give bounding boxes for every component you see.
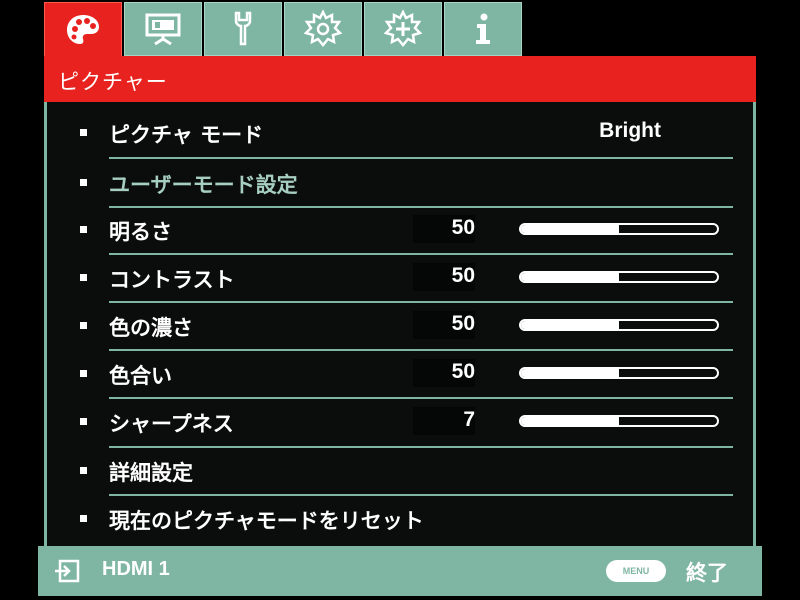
gear-icon xyxy=(303,9,343,47)
advanced-gear-icon xyxy=(383,9,423,47)
projector-screen-icon xyxy=(145,13,181,46)
menu-item-color[interactable]: 色の濃さ 50 xyxy=(47,301,753,349)
sharpness-slider[interactable] xyxy=(519,415,719,427)
menu-item-picture-mode[interactable]: ピクチャ モード Bright xyxy=(47,108,753,156)
picture-mode-value: Bright xyxy=(599,119,661,142)
menu-item-label: 詳細設定 xyxy=(109,461,193,485)
tab-system[interactable] xyxy=(284,2,362,56)
slider-fill xyxy=(521,321,619,329)
bullet xyxy=(80,370,87,377)
slider-fill xyxy=(521,225,619,233)
slider-fill xyxy=(521,417,619,425)
tab-advanced[interactable] xyxy=(364,2,442,56)
contrast-value: 50 xyxy=(451,264,475,287)
projector-osd: ピクチャー ピクチャ モード Bright ユーザーモード設定 明るさ 50 コ… xyxy=(0,0,800,600)
tint-slider[interactable] xyxy=(519,367,719,379)
slider-fill xyxy=(521,369,619,377)
menu-key-icon[interactable]: MENU xyxy=(606,560,666,582)
color-slider[interactable] xyxy=(519,319,719,331)
bullet xyxy=(80,418,87,425)
picture-settings-panel: ピクチャ モード Bright ユーザーモード設定 明るさ 50 コントラスト … xyxy=(44,102,756,546)
menu-item-label: 明るさ xyxy=(109,220,172,244)
slider-fill xyxy=(521,273,619,281)
menu-item-label: シャープネス xyxy=(109,412,234,436)
info-icon xyxy=(476,13,490,44)
input-source-label: HDMI 1 xyxy=(102,558,170,580)
menu-item-sharpness[interactable]: シャープネス 7 xyxy=(47,397,753,445)
tab-information[interactable] xyxy=(444,2,522,56)
menu-key-label: MENU xyxy=(622,566,650,576)
menu-header: ピクチャー xyxy=(44,56,756,102)
menu-item-contrast[interactable]: コントラスト 50 xyxy=(47,253,753,301)
bullet xyxy=(80,129,87,136)
color-value: 50 xyxy=(451,312,475,335)
menu-item-reset[interactable]: 現在のピクチャモードをリセット xyxy=(47,494,753,542)
brightness-value: 50 xyxy=(451,216,475,239)
tab-display[interactable] xyxy=(124,2,202,56)
bullet xyxy=(80,274,87,281)
menu-item-tint[interactable]: 色合い 50 xyxy=(47,349,753,397)
bullet xyxy=(80,322,87,329)
menu-item-label: ピクチャ モード xyxy=(109,123,264,147)
menu-item-label: 色の濃さ xyxy=(109,316,193,340)
tab-setup[interactable] xyxy=(204,2,282,56)
menu-item-label: ユーザーモード設定 xyxy=(109,173,298,197)
wrench-icon xyxy=(234,11,252,46)
tab-picture[interactable] xyxy=(44,2,122,58)
tint-value: 50 xyxy=(451,360,475,383)
menu-item-label: コントラスト xyxy=(109,268,235,292)
sharpness-value: 7 xyxy=(463,408,475,431)
input-source-icon xyxy=(55,559,80,583)
menu-item-advanced[interactable]: 詳細設定 xyxy=(47,446,753,494)
brightness-slider[interactable] xyxy=(519,223,719,235)
menu-item-brightness[interactable]: 明るさ 50 xyxy=(47,205,753,253)
exit-label: 終了 xyxy=(686,561,728,585)
palette-icon xyxy=(67,15,99,44)
bullet xyxy=(80,226,87,233)
contrast-slider[interactable] xyxy=(519,271,719,283)
menu-item-user-mode-settings: ユーザーモード設定 xyxy=(47,158,753,206)
bullet xyxy=(80,179,87,186)
status-bar: HDMI 1 MENU 終了 xyxy=(38,546,762,596)
menu-item-label: 色合い xyxy=(109,364,172,388)
menu-item-label: 現在のピクチャモードをリセット xyxy=(109,509,424,533)
bullet xyxy=(80,515,87,522)
page-title: ピクチャー xyxy=(58,70,168,94)
bullet xyxy=(80,467,87,474)
